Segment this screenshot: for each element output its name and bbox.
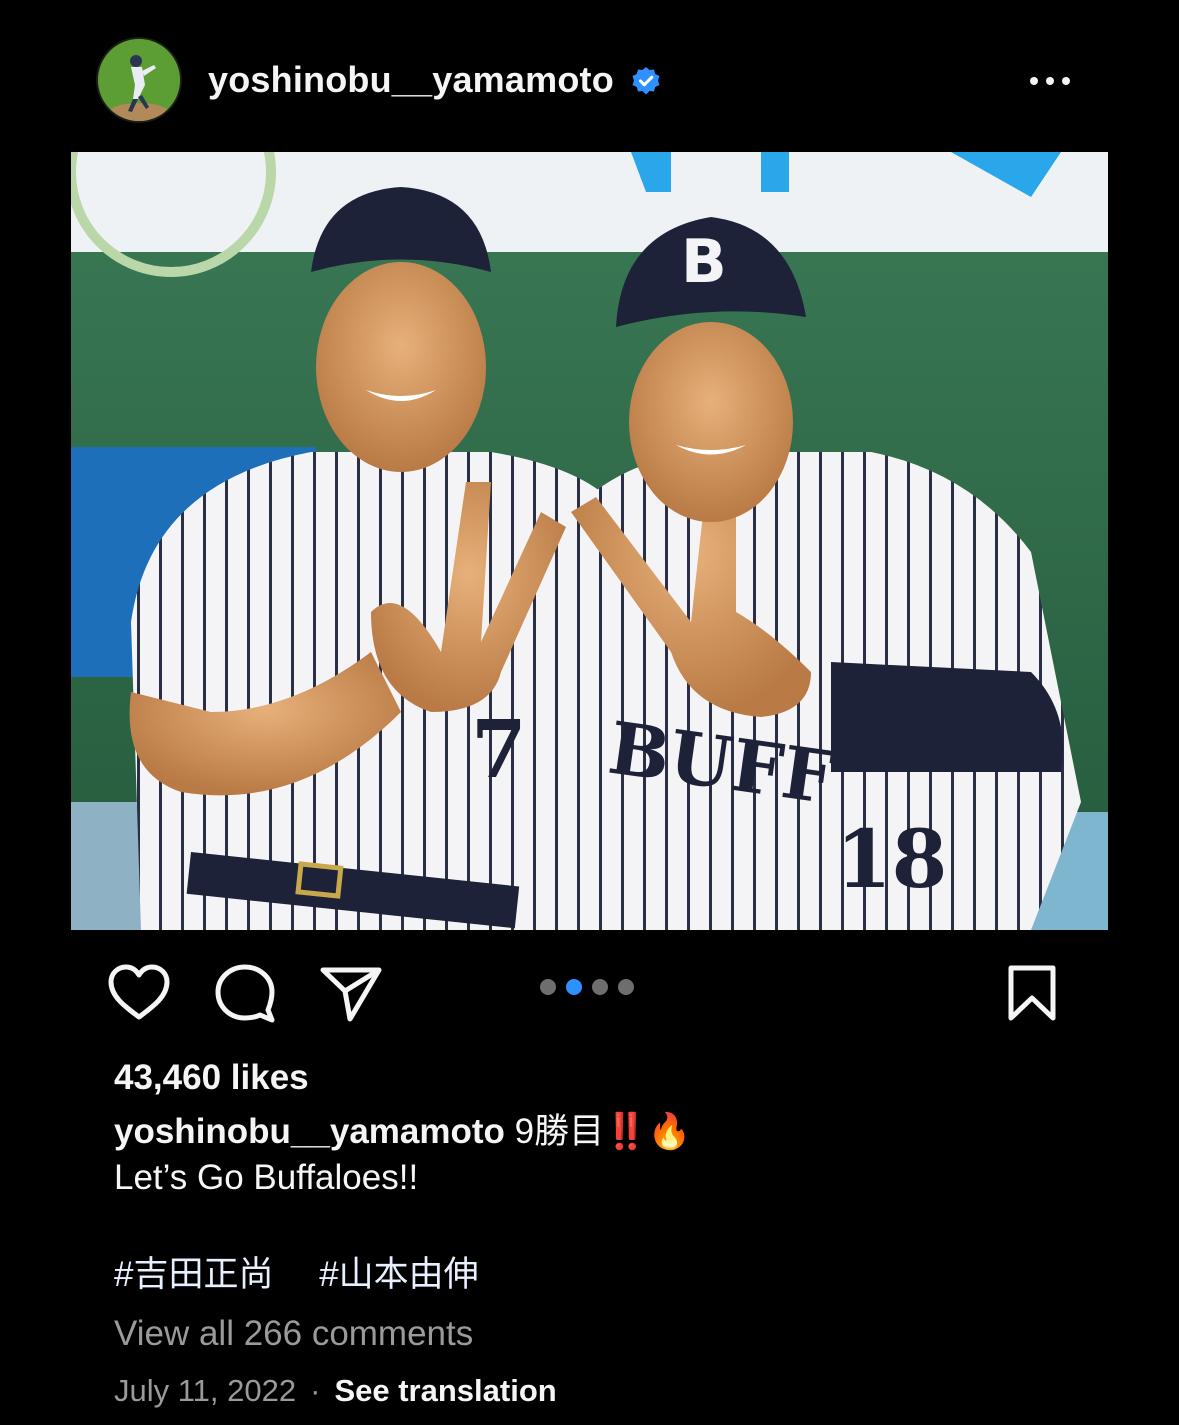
post-photo: B 7 18 BUFF	[71, 152, 1108, 930]
post-date: July 11, 2022	[114, 1373, 297, 1408]
see-translation-link[interactable]: See translation	[334, 1373, 556, 1408]
hashtags: #吉田正尚 #山本由伸	[114, 1252, 515, 1298]
avatar[interactable]	[98, 39, 180, 121]
paper-plane-icon[interactable]	[318, 962, 384, 1024]
heart-icon[interactable]	[106, 962, 172, 1024]
carousel-dot	[592, 979, 608, 995]
post-header: yoshinobu__yamamoto	[0, 0, 1179, 152]
bookmark-icon[interactable]	[1003, 962, 1061, 1024]
post-username[interactable]: yoshinobu__yamamoto	[208, 58, 614, 102]
carousel-indicator	[540, 979, 634, 997]
comment-bubble-icon[interactable]	[212, 962, 278, 1024]
view-all-comments-link[interactable]: View all 266 comments	[114, 1312, 473, 1356]
meta-separator: ·	[310, 1373, 321, 1408]
hashtag-link[interactable]: #山本由伸	[319, 1255, 478, 1294]
post-image[interactable]: B 7 18 BUFF	[71, 152, 1108, 930]
caption-text-line1: 9勝目‼️🔥	[504, 1112, 692, 1151]
verified-badge-icon	[632, 67, 660, 95]
cap-logo: B	[681, 227, 727, 297]
caption-text-line2: Let’s Go Buffaloes!!	[114, 1158, 419, 1197]
jersey-number-7: 7	[471, 702, 527, 796]
hashtag-link[interactable]: #吉田正尚	[114, 1255, 273, 1294]
post-caption: yoshinobu__yamamoto 9勝目‼️🔥 Let’s Go Buff…	[114, 1109, 1114, 1201]
carousel-dot	[540, 979, 556, 995]
jersey-number-18: 18	[836, 812, 947, 906]
avatar-image	[98, 39, 180, 121]
carousel-dot	[618, 979, 634, 995]
carousel-dot-active	[566, 979, 582, 995]
more-horizontal-icon[interactable]	[1026, 66, 1074, 96]
post-meta: July 11, 2022 · See translation	[114, 1371, 557, 1411]
likes-count[interactable]: 43,460 likes	[114, 1057, 309, 1099]
caption-username[interactable]: yoshinobu__yamamoto	[114, 1112, 505, 1151]
